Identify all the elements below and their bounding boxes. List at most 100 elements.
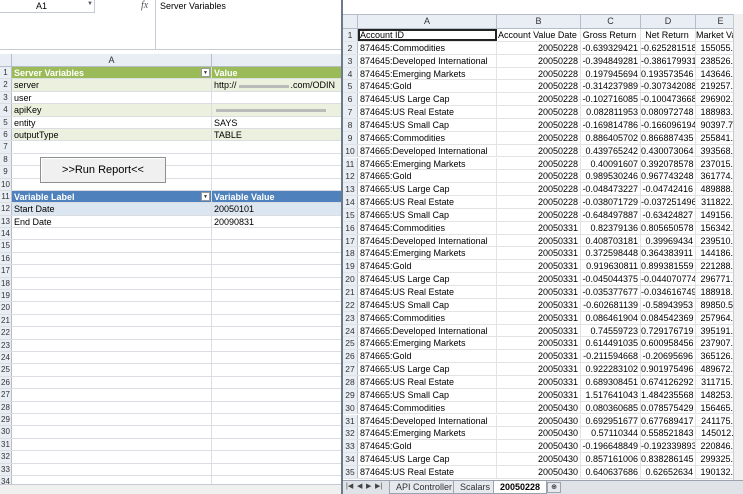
row-number[interactable]: 3	[0, 91, 12, 104]
account-value-date-cell[interactable]: 20050430	[497, 453, 581, 465]
net-return-cell[interactable]: -0.034616749	[641, 286, 696, 298]
gross-return-cell[interactable]: 0.989530246	[581, 170, 641, 183]
account-value-date-cell[interactable]: 20050430	[497, 401, 581, 414]
gross-return-cell[interactable]: 0.919630811	[581, 260, 641, 273]
row-number[interactable]: 31	[343, 414, 358, 427]
cell-a[interactable]	[12, 265, 212, 277]
row-number[interactable]: 21	[343, 286, 358, 298]
account-value-date-cell[interactable]: 20050228	[497, 170, 581, 183]
account-value-date-cell[interactable]: 20050331	[497, 298, 581, 311]
row-number[interactable]: 3	[343, 54, 358, 67]
cell-b[interactable]	[212, 154, 341, 165]
cell-b[interactable]	[212, 290, 341, 301]
row-number[interactable]: 6	[0, 128, 12, 141]
account-id-cell[interactable]: 874645:Commodities	[358, 41, 497, 54]
account-id-cell[interactable]: 874645:US Small Cap	[358, 298, 497, 311]
cell-b[interactable]	[212, 464, 341, 475]
account-id-cell[interactable]: 874645:Gold	[358, 260, 497, 273]
net-return-cell[interactable]: 0.866887435	[641, 131, 696, 144]
config-label-cell[interactable]: server	[12, 79, 212, 91]
row-number[interactable]: 2	[0, 79, 12, 91]
left-horizontal-scrollbar[interactable]	[0, 484, 341, 494]
row-number[interactable]: 14	[0, 228, 12, 240]
row-number[interactable]: 20	[0, 302, 12, 314]
cell-b[interactable]	[212, 426, 341, 437]
account-id-cell[interactable]: 874645:Emerging Markets	[358, 427, 497, 440]
net-return-cell[interactable]: 0.392078578	[641, 157, 696, 170]
account-value-date-cell[interactable]: 20050228	[497, 196, 581, 208]
account-id-cell[interactable]: 874665:Gold	[358, 350, 497, 363]
account-id-cell[interactable]: 874645:Developed International	[358, 234, 497, 247]
account-value-date-cell[interactable]: 20050331	[497, 286, 581, 298]
gross-return-cell[interactable]: -0.035377677	[581, 286, 641, 298]
row-number[interactable]: 12	[343, 170, 358, 183]
account-value-date-cell[interactable]: 20050430	[497, 440, 581, 453]
insert-function-icon[interactable]: fx	[141, 0, 148, 11]
row-number[interactable]: 33	[343, 440, 358, 453]
variable-table-header-value[interactable]: Variable Value	[212, 190, 341, 203]
row-number[interactable]: 11	[0, 190, 12, 203]
cell-a[interactable]	[12, 364, 212, 376]
cell-b[interactable]	[212, 166, 341, 177]
column-header-c[interactable]: C	[581, 15, 641, 29]
account-id-cell[interactable]: 874645:Commodities	[358, 221, 497, 234]
row-number[interactable]: 7	[343, 106, 358, 118]
account-id-cell[interactable]: 874645:US Large Cap	[358, 453, 497, 465]
cell-b[interactable]	[212, 278, 341, 289]
account-id-cell[interactable]: 874665:US Large Cap	[358, 363, 497, 375]
row-number[interactable]: 10	[343, 144, 358, 157]
cell-b[interactable]	[212, 352, 341, 363]
first-sheet-icon[interactable]: |◀	[346, 482, 353, 490]
account-id-cell[interactable]: 874665:US Real Estate	[358, 375, 497, 388]
account-id-cell[interactable]: 874665:Emerging Markets	[358, 157, 497, 170]
account-value-date-cell[interactable]: 20050331	[497, 337, 581, 350]
row-number[interactable]: 11	[343, 157, 358, 170]
account-value-date-cell[interactable]: 20050228	[497, 106, 581, 118]
column-header-d[interactable]: D	[641, 15, 696, 29]
account-id-cell[interactable]: 874645:US Large Cap	[358, 93, 497, 106]
column-header-b[interactable]: B	[497, 15, 581, 29]
row-number[interactable]: 6	[343, 93, 358, 106]
row-number[interactable]: 25	[0, 364, 12, 376]
gross-return-cell[interactable]: 0.857161006	[581, 453, 641, 465]
account-value-date-cell[interactable]: 20050228	[497, 67, 581, 80]
account-id-cell[interactable]: 874665:Gold	[358, 170, 497, 183]
net-return-cell[interactable]: -0.20695696	[641, 350, 696, 363]
column-header-b[interactable]	[212, 54, 341, 67]
header-gross-return-cell[interactable]: Gross Return	[581, 29, 641, 41]
net-return-cell[interactable]: 0.080972748	[641, 106, 696, 118]
net-return-cell[interactable]: 0.364383911	[641, 247, 696, 260]
cell-a[interactable]	[12, 463, 212, 475]
net-return-cell[interactable]: -0.166096194	[641, 118, 696, 131]
row-number[interactable]: 26	[0, 376, 12, 389]
cell-b[interactable]	[212, 141, 341, 152]
cell-b[interactable]	[212, 179, 341, 190]
cell-b[interactable]	[212, 327, 341, 338]
account-value-date-cell[interactable]: 20050228	[497, 144, 581, 157]
config-value-cell[interactable]	[212, 104, 341, 116]
account-id-cell[interactable]: 874645:US Real Estate	[358, 106, 497, 118]
config-label-cell[interactable]: user	[12, 91, 212, 104]
config-value-cell[interactable]: SAYS	[212, 117, 341, 128]
net-return-cell[interactable]: 0.430073064	[641, 144, 696, 157]
row-number[interactable]: 22	[343, 298, 358, 311]
cell-b[interactable]	[212, 389, 341, 400]
name-box[interactable]: A1	[0, 0, 95, 13]
gross-return-cell[interactable]: 0.197945694	[581, 67, 641, 80]
row-number[interactable]: 26	[343, 350, 358, 363]
cell-b[interactable]	[212, 315, 341, 326]
row-number[interactable]: 23	[343, 311, 358, 324]
account-value-date-cell[interactable]: 20050228	[497, 208, 581, 221]
gross-return-cell[interactable]: 0.082811953	[581, 106, 641, 118]
gross-return-cell[interactable]: -0.038071729	[581, 196, 641, 208]
account-value-date-cell[interactable]: 20050331	[497, 273, 581, 285]
account-value-date-cell[interactable]: 20050331	[497, 311, 581, 324]
row-number[interactable]: 16	[343, 221, 358, 234]
row-number[interactable]: 13	[343, 183, 358, 196]
net-return-cell[interactable]: 0.901975496	[641, 363, 696, 375]
net-return-cell[interactable]: 0.558521843	[641, 427, 696, 440]
config-label-cell[interactable]: apiKey	[12, 104, 212, 116]
row-number[interactable]: 19	[343, 260, 358, 273]
row-number[interactable]: 27	[343, 363, 358, 375]
account-value-date-cell[interactable]: 20050228	[497, 131, 581, 144]
